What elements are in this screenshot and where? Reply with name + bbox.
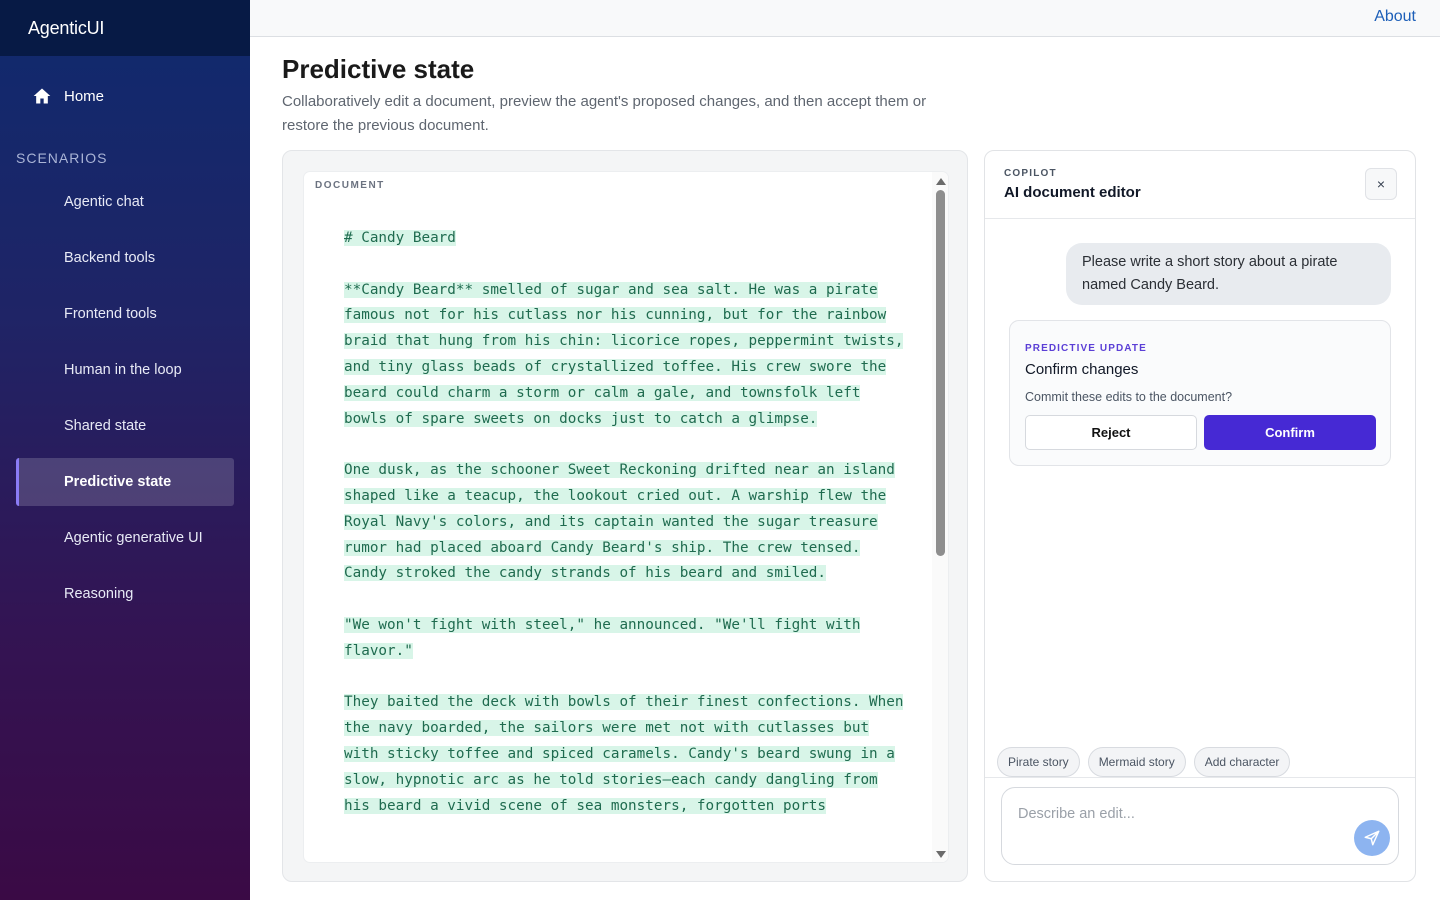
predictive-update-text: Commit these edits to the document?: [1025, 390, 1233, 404]
chat-input-box: [1001, 787, 1399, 865]
document-body[interactable]: # Candy Beard **Candy Beard** smelled of…: [344, 226, 904, 845]
sidebar-nav-list: Agentic chat Backend tools Frontend tool…: [16, 178, 234, 626]
sidebar-item-agentic-chat[interactable]: Agentic chat: [16, 178, 234, 226]
document-paragraph: They baited the deck with bowls of their…: [344, 690, 904, 819]
predictive-update-card: PREDICTIVE UPDATE Confirm changes Commit…: [1009, 320, 1391, 466]
chat-input[interactable]: [1018, 806, 1338, 836]
document-paragraph-text: They baited the deck with bowls of their…: [344, 694, 904, 814]
brand-logo[interactable]: AgenticUI: [0, 0, 250, 56]
document-paragraph: # Candy Beard: [344, 226, 904, 252]
send-button[interactable]: [1354, 820, 1390, 856]
sidebar: AgenticUI Home SCENARIOS Agentic chat Ba…: [0, 0, 250, 900]
top-bar: About: [250, 0, 1440, 37]
close-button[interactable]: ×: [1365, 168, 1397, 200]
document-label: DOCUMENT: [315, 180, 385, 191]
page-title: Predictive state: [282, 54, 475, 84]
chip-mermaid-story[interactable]: Mermaid story: [1087, 747, 1186, 777]
sidebar-item-shared-state[interactable]: Shared state: [16, 402, 234, 450]
scroll-up-icon[interactable]: [936, 178, 946, 185]
copilot-header: COPILOT AI document editor ×: [985, 151, 1415, 219]
sidebar-item-label: Home: [64, 87, 105, 105]
chip-add-character[interactable]: Add character: [1193, 747, 1291, 777]
reject-button[interactable]: Reject: [1025, 415, 1197, 450]
sidebar-item-agentic-generative-ui[interactable]: Agentic generative UI: [16, 514, 234, 562]
document-paragraph-text: "We won't fight with steel," he announce…: [344, 616, 861, 659]
document-editor[interactable]: DOCUMENT # Candy Beard **Candy Beard** s…: [304, 172, 948, 862]
sidebar-item-home[interactable]: Home: [16, 72, 234, 120]
document-scrollbar[interactable]: [932, 172, 948, 862]
about-link[interactable]: About: [1374, 8, 1416, 26]
document-paragraph: "We won't fight with steel," he announce…: [344, 613, 904, 665]
chip-pirate-story[interactable]: Pirate story: [997, 747, 1080, 777]
document-paragraph-text: # Candy Beard: [344, 230, 456, 246]
predictive-update-title: Confirm changes: [1025, 361, 1139, 378]
send-icon: [1364, 830, 1380, 846]
scrollbar-thumb[interactable]: [936, 190, 945, 556]
user-message: Please write a short story about a pirat…: [1066, 243, 1391, 305]
input-divider: [985, 777, 1415, 778]
copilot-panel: COPILOT AI document editor × Please writ…: [984, 150, 1416, 882]
suggestion-chips: Pirate story Mermaid story Add character: [997, 747, 1291, 777]
document-paragraph: One dusk, as the schooner Sweet Reckonin…: [344, 458, 904, 587]
copilot-title: AI document editor: [1004, 184, 1141, 201]
close-icon: ×: [1376, 176, 1386, 192]
document-paragraph-text: One dusk, as the schooner Sweet Reckonin…: [344, 462, 895, 582]
sidebar-item-predictive-state[interactable]: Predictive state: [16, 458, 234, 506]
home-icon: [33, 88, 51, 104]
confirm-button[interactable]: Confirm: [1204, 415, 1376, 450]
document-paragraph-text: **Candy Beard** smelled of sugar and sea…: [344, 281, 904, 427]
sidebar-item-human-in-the-loop[interactable]: Human in the loop: [16, 346, 234, 394]
sidebar-item-reasoning[interactable]: Reasoning: [16, 570, 234, 618]
copilot-kicker: COPILOT: [1004, 168, 1057, 179]
sidebar-item-backend-tools[interactable]: Backend tools: [16, 234, 234, 282]
page-description: Collaboratively edit a document, preview…: [282, 93, 927, 134]
sidebar-item-frontend-tools[interactable]: Frontend tools: [16, 290, 234, 338]
document-paragraph: **Candy Beard** smelled of sugar and sea…: [344, 278, 904, 433]
document-panel: DOCUMENT # Candy Beard **Candy Beard** s…: [282, 150, 968, 882]
sidebar-section-label: SCENARIOS: [16, 150, 108, 166]
predictive-update-kicker: PREDICTIVE UPDATE: [1025, 343, 1147, 354]
scroll-down-icon[interactable]: [936, 851, 946, 858]
